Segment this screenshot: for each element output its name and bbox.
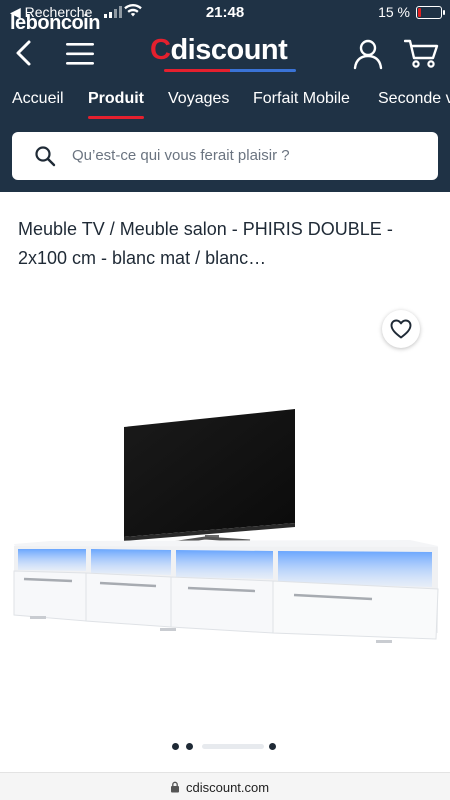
favorite-button[interactable] [382, 310, 420, 348]
heart-icon [390, 319, 412, 339]
leboncoin-watermark: leboncoin [10, 12, 100, 34]
tv-screen [124, 409, 295, 537]
tab-forfait-mobile[interactable]: Forfait Mobile [253, 90, 350, 108]
product-image[interactable] [0, 395, 450, 660]
carousel-dot[interactable] [172, 743, 179, 750]
tab-seconde-vie[interactable]: Seconde v [378, 90, 450, 108]
tab-voyages[interactable]: Voyages [168, 90, 229, 108]
cdiscount-logo[interactable]: Cdiscount [150, 34, 296, 74]
user-icon[interactable] [352, 38, 384, 70]
logo-letter: C [150, 34, 171, 66]
carousel-dot-active[interactable] [202, 744, 264, 749]
back-icon[interactable] [10, 38, 40, 68]
browser-address-bar[interactable]: cdiscount.com [0, 772, 450, 800]
search-icon [35, 146, 56, 167]
logo-word: discount [170, 34, 288, 66]
product-title: Meuble TV / Meuble salon - PHIRIS DOUBLE… [18, 219, 393, 268]
cart-icon[interactable] [404, 38, 440, 70]
battery-level [418, 8, 421, 17]
carousel-dot[interactable] [186, 743, 193, 750]
carousel-indicator[interactable] [172, 743, 282, 751]
url-text: cdiscount.com [186, 780, 270, 795]
lock-icon [171, 781, 179, 793]
battery-icon [416, 6, 445, 19]
search-bar[interactable]: Qu’est-ce qui vous ferait plaisir ? [12, 132, 438, 180]
category-nav: Accueil Produit Voyages Forfait Mobile S… [0, 86, 450, 122]
search-input[interactable]: Qu’est-ce qui vous ferait plaisir ? [72, 147, 290, 164]
logo-underline [164, 69, 296, 72]
tab-accueil[interactable]: Accueil [12, 90, 64, 108]
battery-percentage: 15 % [378, 4, 410, 20]
tab-produit[interactable]: Produit [88, 90, 144, 119]
carousel-dot[interactable] [269, 743, 276, 750]
menu-icon[interactable] [64, 40, 96, 68]
